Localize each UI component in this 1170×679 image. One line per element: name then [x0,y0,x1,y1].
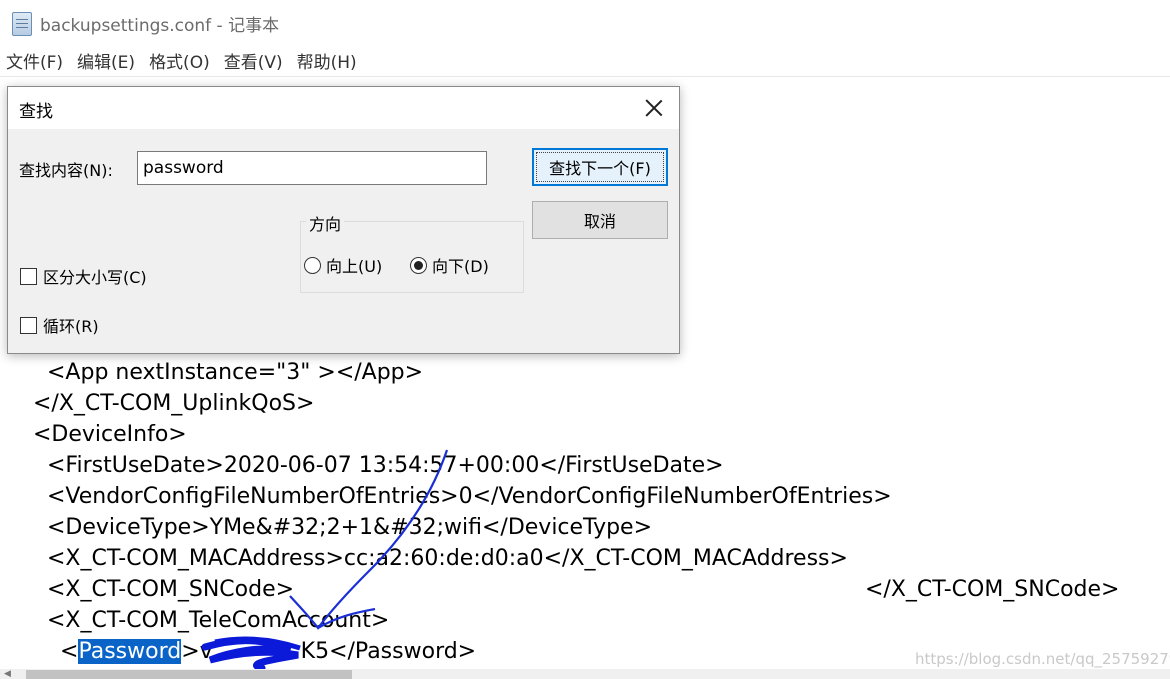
text-line: <DeviceType>YMe&#32;2+1&#32;wifi</Device… [47,515,653,540]
text-line: <VendorConfigFileNumberOfEntries>0</Vend… [47,484,892,509]
menu-bar: 文件(F) 编辑(E) 格式(O) 查看(V) 帮助(H) [0,44,1170,76]
dialog-title: 查找 [19,102,53,122]
text-fragment: < [60,639,79,664]
close-icon[interactable] [643,97,665,119]
dialog-title-bar: 查找 [8,87,679,129]
menu-view[interactable]: 查看(V) [224,48,283,73]
text-fragment: K5</Password> [300,639,477,664]
wrap-around-checkbox[interactable]: 循环(R) [20,313,99,337]
find-what-label: 查找内容(N): [19,161,113,180]
direction-up-label: 向上(U) [326,257,383,276]
direction-down-label: 向下(D) [432,257,489,276]
find-dialog: 查找 查找内容(N): 查找下一个(F) 取消 方向 向上(U) 向下(D) 区… [7,86,680,354]
text-line: <FirstUseDate>2020-06-07 13:54:57+00:00<… [47,453,724,478]
text-line: <X_CT-COM_SNCode> [47,577,295,602]
scrollbar-thumb[interactable] [26,670,352,679]
text-line: </X_CT-COM_UplinkQoS> [33,391,315,416]
text-line: </X_CT-COM_SNCode> [865,577,1120,602]
text-line: <X_CT-COM_TeleComAccount> [47,608,390,633]
text-fragment: >v [181,639,213,664]
text-line: <DeviceInfo> [33,422,187,447]
scroll-left-icon[interactable]: ◀ [4,669,11,679]
direction-label: 方向 [306,211,345,235]
window-title: backupsettings.conf - 记事本 [40,16,280,36]
direction-up-radio[interactable]: 向上(U) [304,253,382,277]
menu-edit[interactable]: 编辑(E) [77,48,135,73]
menu-help[interactable]: 帮助(H) [297,48,357,73]
find-next-button[interactable]: 查找下一个(F) [532,148,668,186]
find-what-input[interactable] [137,151,487,185]
menu-file[interactable]: 文件(F) [6,48,63,73]
text-line-password: <Password>v K5</Password> [60,638,476,666]
checkbox-unchecked-icon[interactable] [20,267,37,285]
menu-format[interactable]: 格式(O) [149,48,210,73]
text-line: <App nextInstance="3" ></App> [47,360,424,385]
watermark: https://blog.csdn.net/qq_25759279 [915,650,1170,668]
title-bar: backupsettings.conf - 记事本 [0,0,1170,42]
match-case-checkbox[interactable]: 区分大小写(C) [20,264,147,288]
checkbox-unchecked-icon[interactable] [20,316,37,334]
notepad-icon [12,12,32,36]
radio-unchecked-icon[interactable] [304,256,321,274]
direction-down-radio[interactable]: 向下(D) [410,253,489,277]
text-line: <X_CT-COM_MACAddress>cc:a2:60:de:d0:a0</… [47,546,848,571]
search-match-highlight: Password [78,639,182,664]
cancel-button[interactable]: 取消 [532,201,668,239]
horizontal-scrollbar[interactable]: ◀ [0,669,1170,679]
radio-checked-icon[interactable] [410,256,427,274]
match-case-label: 区分大小写(C) [43,268,147,287]
wrap-around-label: 循环(R) [43,317,99,336]
